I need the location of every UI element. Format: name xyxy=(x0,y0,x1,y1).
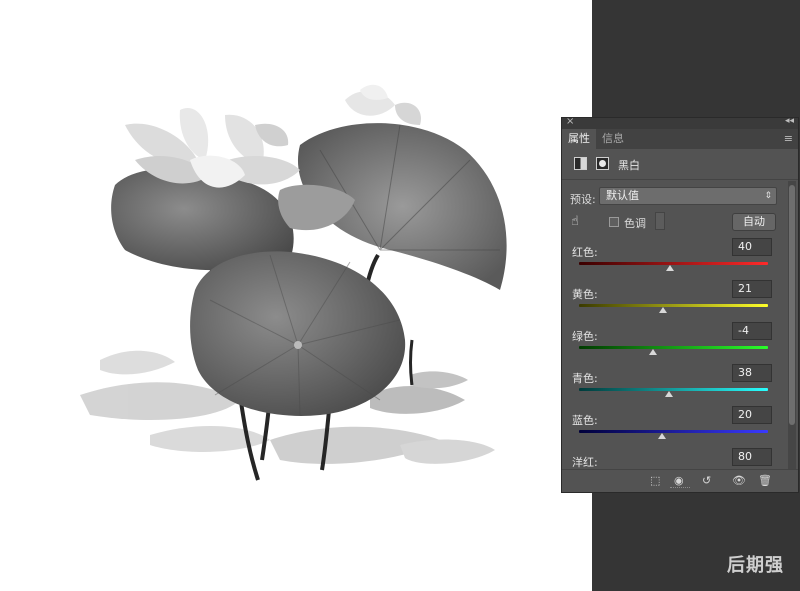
layer-mask-icon[interactable] xyxy=(596,157,609,170)
slider-thumb[interactable] xyxy=(649,349,658,355)
slider-row: 蓝色: 20 xyxy=(562,406,792,448)
tab-info[interactable]: 信息 xyxy=(596,129,630,149)
slider-row: 红色: 40 xyxy=(562,238,792,280)
adjustment-title: 黑白 xyxy=(618,159,640,172)
black-white-adjustment-icon xyxy=(574,157,587,170)
panel-titlebar[interactable]: × ◂◂ xyxy=(562,116,798,129)
slider-value-input[interactable]: 40 xyxy=(732,238,772,256)
slider-thumb[interactable] xyxy=(658,307,667,313)
slider-track[interactable] xyxy=(579,346,768,349)
trash-icon[interactable]: 🗑 xyxy=(758,474,772,487)
slider-track[interactable] xyxy=(579,304,768,307)
slider-label: 红色: xyxy=(572,246,598,259)
slider-track[interactable] xyxy=(579,430,768,433)
adjustment-header: 黑白 xyxy=(562,149,798,180)
view-previous-icon[interactable]: ◉ xyxy=(674,474,684,487)
slider-label: 青色: xyxy=(572,372,598,385)
slider-value-input[interactable]: 80 xyxy=(732,448,772,466)
panel-tabs: 属性 信息 ≡ xyxy=(562,129,798,149)
watermark: 后期强 xyxy=(727,555,784,576)
document-canvas xyxy=(0,0,592,591)
slider-row: 黄色: 21 xyxy=(562,280,792,322)
preset-select[interactable]: 默认值 ⇕ xyxy=(599,187,777,205)
slider-value-input[interactable]: 21 xyxy=(732,280,772,298)
properties-panel[interactable]: × ◂◂ 属性 信息 ≡ 黑白 预设: 默认值 ⇕ ☝ 色调 自动 红色: 40 黄… xyxy=(561,116,799,493)
panel-menu-icon[interactable]: ≡ xyxy=(784,132,793,145)
panel-footer: ⬚ ◉ ↺ 👁 🗑 xyxy=(562,469,798,492)
slider-track[interactable] xyxy=(579,388,768,391)
slider-thumb[interactable] xyxy=(664,391,673,397)
tab-properties[interactable]: 属性 xyxy=(562,129,596,149)
collapse-icon[interactable]: ◂◂ xyxy=(785,116,794,126)
visibility-eye-icon[interactable]: 👁 xyxy=(732,474,746,487)
slider-thumb[interactable] xyxy=(665,265,674,271)
select-arrow-icon: ⇕ xyxy=(764,191,772,201)
close-icon[interactable]: × xyxy=(566,116,574,127)
slider-row: 青色: 38 xyxy=(562,364,792,406)
tint-color-swatch[interactable] xyxy=(655,212,665,230)
slider-thumb[interactable] xyxy=(658,433,667,439)
preset-value: 默认值 xyxy=(606,189,639,202)
slider-label: 洋红: xyxy=(572,456,598,469)
targeted-adjustment-hand-icon[interactable]: ☝ xyxy=(571,214,579,229)
slider-value-input[interactable]: 38 xyxy=(732,364,772,382)
reset-icon[interactable]: ↺ xyxy=(702,474,711,487)
preset-label: 预设: xyxy=(570,193,596,206)
tint-checkbox[interactable] xyxy=(609,217,619,227)
slider-value-input[interactable]: -4 xyxy=(732,322,772,340)
slider-label: 蓝色: xyxy=(572,414,598,427)
tint-label: 色调 xyxy=(624,217,646,230)
slider-label: 绿色: xyxy=(572,330,598,343)
lotus-artwork xyxy=(80,84,507,481)
resize-grip[interactable] xyxy=(670,487,690,490)
slider-row: 绿色: -4 xyxy=(562,322,792,364)
auto-button[interactable]: 自动 xyxy=(732,213,776,231)
clip-to-layer-icon[interactable]: ⬚ xyxy=(650,474,660,487)
slider-value-input[interactable]: 20 xyxy=(732,406,772,424)
lotus-flower-small xyxy=(345,84,421,125)
leaf-front xyxy=(190,251,406,416)
slider-label: 黄色: xyxy=(572,288,598,301)
